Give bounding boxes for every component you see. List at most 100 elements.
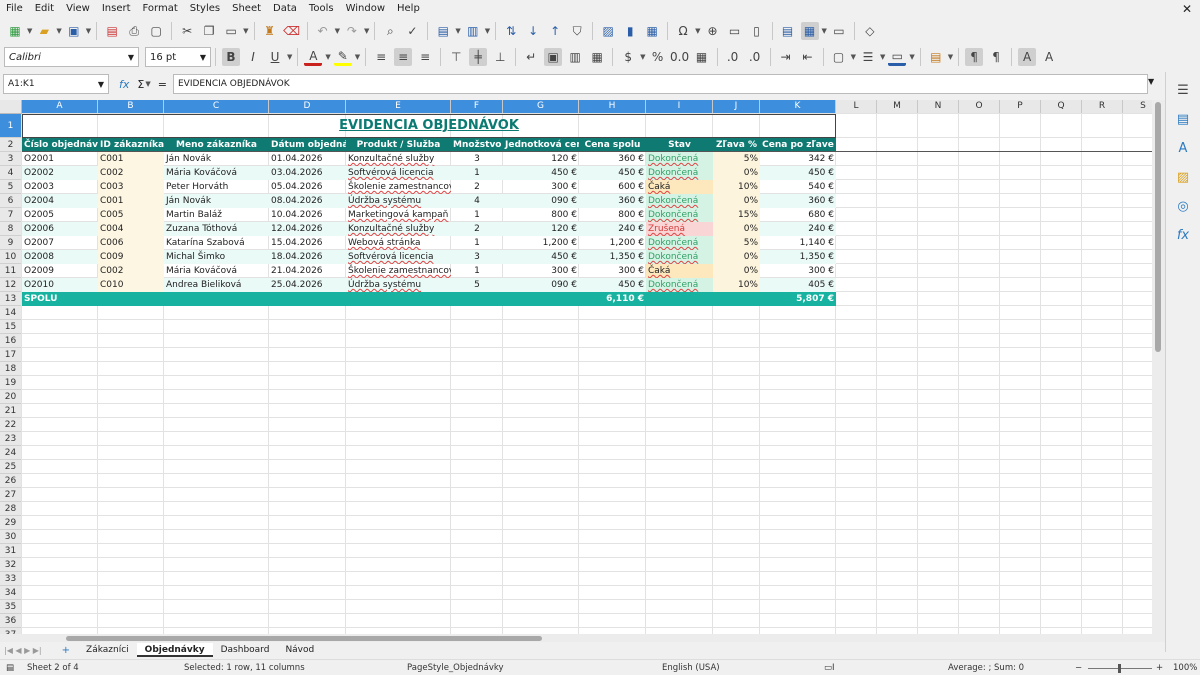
total-cena-spolu[interactable]: 6,110 € (579, 292, 646, 306)
selection-mode-icon[interactable]: ▭Ⅰ (824, 663, 835, 673)
status-zoom[interactable]: 100% (1173, 663, 1197, 673)
borders-icon[interactable]: ▢ (830, 48, 848, 66)
tab-navigation-icon[interactable]: |◀ ◀ ▶ ▶| (4, 646, 42, 655)
data-cell[interactable]: 450 € (503, 166, 579, 180)
column-title[interactable]: Produkt / Služba (346, 138, 451, 152)
menu-insert[interactable]: Insert (96, 0, 137, 18)
menu-help[interactable]: Help (391, 0, 426, 18)
row-header[interactable]: 30 (0, 530, 22, 544)
zoom-in-icon[interactable]: + (1156, 663, 1163, 673)
vertical-scrollbar[interactable] (1152, 100, 1165, 634)
column-title[interactable]: Dátum objednávky (269, 138, 346, 152)
data-cell[interactable]: Ján Novák (164, 152, 269, 166)
data-cell[interactable]: O2010 (22, 278, 98, 292)
row-header[interactable]: 29 (0, 516, 22, 530)
spelling-icon[interactable]: ✓ (403, 22, 421, 40)
menu-view[interactable]: View (60, 0, 96, 18)
row-header[interactable]: 25 (0, 460, 22, 474)
data-cell[interactable]: 800 € (579, 208, 646, 222)
data-cell[interactable]: 01.04.2026 (269, 152, 346, 166)
headers-footers-icon[interactable]: ▯ (748, 22, 766, 40)
column-title[interactable]: Zľava % (713, 138, 760, 152)
data-cell[interactable]: 2 (451, 180, 503, 194)
align-center-icon[interactable]: ≡ (394, 48, 413, 66)
data-cell[interactable]: Peter Horváth (164, 180, 269, 194)
status-cell[interactable]: Dokončená (646, 166, 713, 180)
total-label[interactable]: SPOLU (22, 292, 579, 306)
data-cell[interactable]: O2002 (22, 166, 98, 180)
bold-icon[interactable]: B (222, 48, 240, 66)
data-cell[interactable]: 25.04.2026 (269, 278, 346, 292)
row-header[interactable]: 1 (0, 114, 22, 138)
sort-ascending-icon[interactable]: ↓ (524, 22, 542, 40)
name-box[interactable]: A1:K1 ▼ (3, 74, 109, 94)
data-cell[interactable]: 300 € (503, 264, 579, 278)
column-header-i[interactable]: I (646, 100, 713, 114)
data-cell[interactable]: Softvérová licencia (346, 250, 451, 264)
data-cell[interactable]: 360 € (579, 152, 646, 166)
data-cell[interactable]: 090 € (503, 194, 579, 208)
vertical-scroll-thumb[interactable] (1155, 102, 1161, 352)
data-cell[interactable]: C010 (98, 278, 164, 292)
data-cell[interactable]: Marketingová kampaň (346, 208, 451, 222)
column-header-h[interactable]: H (579, 100, 646, 114)
data-cell[interactable]: Školenie zamestnancov (346, 264, 451, 278)
right-to-left-icon[interactable]: ¶ (987, 48, 1005, 66)
column-header-s[interactable]: S (1123, 100, 1152, 114)
open-folder-icon[interactable]: ▰ (35, 22, 53, 40)
align-right-icon[interactable]: ≡ (416, 48, 434, 66)
paste-icon[interactable]: ▭ (222, 22, 240, 40)
row-header[interactable]: 22 (0, 418, 22, 432)
column-header-o[interactable]: O (959, 100, 1000, 114)
align-top-icon[interactable]: ⊤ (447, 48, 465, 66)
data-cell[interactable]: 3 (451, 152, 503, 166)
column-title[interactable]: Množstvo (451, 138, 503, 152)
data-cell[interactable]: Michal Šimko (164, 250, 269, 264)
undo-icon[interactable]: ↶ (314, 22, 332, 40)
menu-format[interactable]: Format (137, 0, 184, 18)
data-cell[interactable]: Katarína Szabová (164, 236, 269, 250)
column-title[interactable]: Jednotková cena (503, 138, 579, 152)
row-header[interactable]: 15 (0, 320, 22, 334)
row-header[interactable]: 18 (0, 362, 22, 376)
add-sheet-icon[interactable]: + (62, 645, 70, 656)
data-cell[interactable]: 1,140 € (760, 236, 836, 250)
insert-image-icon[interactable]: ▨ (599, 22, 617, 40)
data-cell[interactable]: 03.04.2026 (269, 166, 346, 180)
redo-icon[interactable]: ↷ (343, 22, 361, 40)
freeze-rows-columns-icon[interactable]: ▦ (800, 22, 819, 40)
number-format-icon[interactable]: 0.0 (670, 48, 689, 66)
row-header[interactable]: 17 (0, 348, 22, 362)
row-icon[interactable]: ▤ (434, 22, 452, 40)
data-cell[interactable]: 10% (713, 180, 760, 194)
total-blank[interactable] (646, 292, 760, 306)
export-pdf-icon[interactable]: ▤ (103, 22, 121, 40)
clear-formatting-icon[interactable]: ⌫ (283, 22, 301, 40)
data-cell[interactable]: 12.04.2026 (269, 222, 346, 236)
row-header[interactable]: 20 (0, 390, 22, 404)
row-header[interactable]: 3 (0, 152, 22, 166)
column-title[interactable]: Meno zákazníka (164, 138, 269, 152)
copy-icon[interactable]: ❐ (200, 22, 218, 40)
data-cell[interactable]: Konzultačné služby (346, 152, 451, 166)
status-cell[interactable]: Dokončená (646, 152, 713, 166)
row-header[interactable]: 32 (0, 558, 22, 572)
data-cell[interactable]: 090 € (503, 278, 579, 292)
data-cell[interactable]: 450 € (503, 250, 579, 264)
new-document-icon[interactable]: ▦ (6, 22, 24, 40)
split-window-icon[interactable]: ▭ (830, 22, 848, 40)
sort-icon[interactable]: ⇅ (502, 22, 520, 40)
date-format-icon[interactable]: ▦ (693, 48, 711, 66)
data-cell[interactable]: 0% (713, 250, 760, 264)
data-cell[interactable]: 1,350 € (760, 250, 836, 264)
menu-data[interactable]: Data (267, 0, 303, 18)
row-header[interactable]: 11 (0, 264, 22, 278)
data-cell[interactable]: 05.04.2026 (269, 180, 346, 194)
data-cell[interactable]: C006 (98, 236, 164, 250)
data-cell[interactable]: 15% (713, 208, 760, 222)
data-cell[interactable]: 5 (451, 278, 503, 292)
print-preview-icon[interactable]: ▢ (147, 22, 165, 40)
data-cell[interactable]: C009 (98, 250, 164, 264)
hamburger-menu-icon[interactable]: ☰ (1173, 80, 1193, 100)
tab-1[interactable]: Objednávky (136, 643, 213, 657)
